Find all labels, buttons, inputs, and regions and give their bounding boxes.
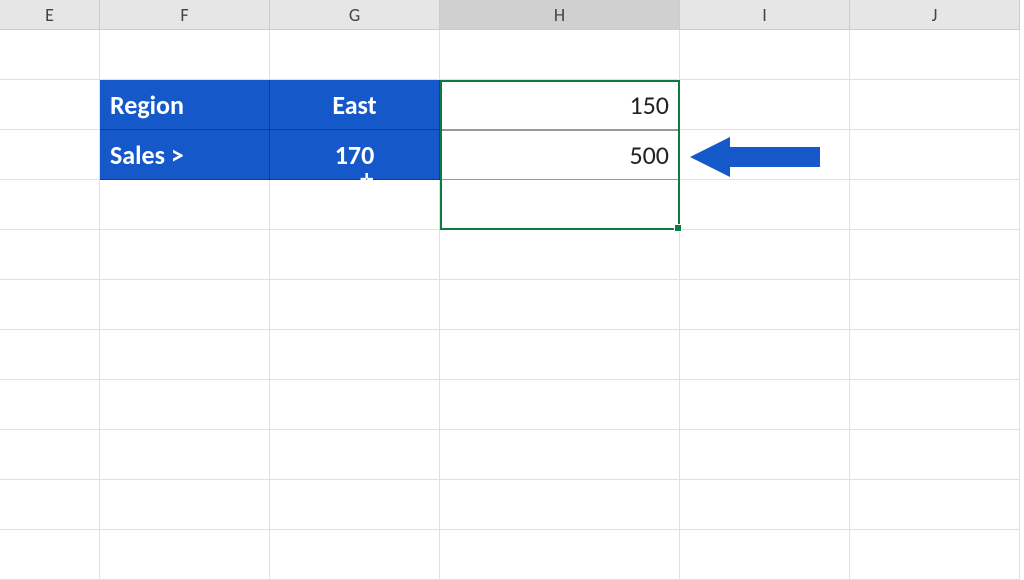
cell-H9[interactable] (440, 430, 680, 480)
cell-G7[interactable] (270, 330, 440, 380)
cell-J8[interactable] (850, 380, 1020, 430)
cell-I4[interactable] (680, 180, 850, 230)
col-header-J[interactable]: J (850, 0, 1020, 30)
col-header-I[interactable]: I (680, 0, 850, 30)
cell-G10[interactable] (270, 480, 440, 530)
cell-I11[interactable] (680, 530, 850, 580)
cell-G8[interactable] (270, 380, 440, 430)
cell-I5[interactable] (680, 230, 850, 280)
cell-H8[interactable] (440, 380, 680, 430)
cell-E3[interactable] (0, 130, 100, 180)
cell-J10[interactable] (850, 480, 1020, 530)
cell-I2[interactable] (680, 80, 850, 130)
spreadsheet-grid: E F G H I J Region East 150 Sales > 170 … (0, 0, 1024, 580)
cell-H5[interactable] (440, 230, 680, 280)
cell-G4[interactable] (270, 180, 440, 230)
cell-F1[interactable] (100, 30, 270, 80)
cell-J5[interactable] (850, 230, 1020, 280)
cell-H1[interactable] (440, 30, 680, 80)
cell-J4[interactable] (850, 180, 1020, 230)
cell-G9[interactable] (270, 430, 440, 480)
cell-E9[interactable] (0, 430, 100, 480)
cell-E4[interactable] (0, 180, 100, 230)
cell-G6[interactable] (270, 280, 440, 330)
cell-H6[interactable] (440, 280, 680, 330)
cell-G3[interactable]: 170 (270, 130, 440, 180)
cell-E11[interactable] (0, 530, 100, 580)
col-header-F[interactable]: F (100, 0, 270, 30)
cell-I6[interactable] (680, 280, 850, 330)
cell-J6[interactable] (850, 280, 1020, 330)
cell-F6[interactable] (100, 280, 270, 330)
cell-I7[interactable] (680, 330, 850, 380)
cell-F2[interactable]: Region (100, 80, 270, 130)
col-header-H[interactable]: H (440, 0, 680, 30)
cell-F7[interactable] (100, 330, 270, 380)
cell-F9[interactable] (100, 430, 270, 480)
cell-E5[interactable] (0, 230, 100, 280)
cell-J1[interactable] (850, 30, 1020, 80)
cell-E8[interactable] (0, 380, 100, 430)
cell-H10[interactable] (440, 480, 680, 530)
cell-I8[interactable] (680, 380, 850, 430)
cell-H7[interactable] (440, 330, 680, 380)
cell-F11[interactable] (100, 530, 270, 580)
cell-I9[interactable] (680, 430, 850, 480)
cell-F10[interactable] (100, 480, 270, 530)
cell-J2[interactable] (850, 80, 1020, 130)
cell-I10[interactable] (680, 480, 850, 530)
col-header-E[interactable]: E (0, 0, 100, 30)
cell-G1[interactable] (270, 30, 440, 80)
cell-F4[interactable] (100, 180, 270, 230)
cell-J11[interactable] (850, 530, 1020, 580)
cell-E6[interactable] (0, 280, 100, 330)
cell-H2[interactable]: 150 (440, 80, 680, 130)
cell-J7[interactable] (850, 330, 1020, 380)
cell-G5[interactable] (270, 230, 440, 280)
cell-J9[interactable] (850, 430, 1020, 480)
arrow-left-icon (690, 132, 820, 182)
cell-G11[interactable] (270, 530, 440, 580)
cell-E2[interactable] (0, 80, 100, 130)
cell-E7[interactable] (0, 330, 100, 380)
cell-F3[interactable]: Sales > (100, 130, 270, 180)
cell-E1[interactable] (0, 30, 100, 80)
cell-E10[interactable] (0, 480, 100, 530)
cell-H3[interactable]: 500 (440, 130, 680, 180)
cell-F5[interactable] (100, 230, 270, 280)
cell-I1[interactable] (680, 30, 850, 80)
cell-G2[interactable]: East (270, 80, 440, 130)
cell-J3[interactable] (850, 130, 1020, 180)
cell-H4[interactable] (440, 180, 680, 230)
cell-H11[interactable] (440, 530, 680, 580)
cell-F8[interactable] (100, 380, 270, 430)
col-header-G[interactable]: G (270, 0, 440, 30)
